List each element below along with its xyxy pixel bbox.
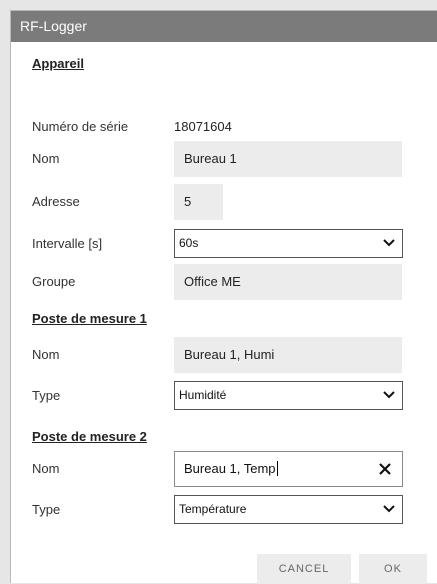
close-icon[interactable] [378,462,392,476]
station2-type-label: Type [32,502,61,517]
dialog-title: RF-Logger [11,11,437,42]
cancel-button[interactable]: CANCEL [257,554,351,584]
group-field: Office ME [174,264,402,300]
chevron-down-icon [383,505,395,513]
address-row: Adresse 5 [32,184,437,220]
interval-row: Intervalle [s] 60s [32,226,437,262]
ok-button[interactable]: OK [359,554,427,584]
text-caret [276,461,278,476]
station2-name-input-text: Bureau 1, Temp [184,461,276,476]
station2-type-select-value: Température [179,502,247,516]
station2-type-row: Type Température [32,492,437,528]
group-label: Groupe [32,274,76,289]
station2-name-input[interactable]: Bureau 1, Temp [174,451,403,487]
interval-label: Intervalle [s] [32,236,103,251]
serial-label: Numéro de série [32,119,129,134]
section-heading-station-1: Poste de mesure 1 [32,311,147,326]
section-heading-device: Appareil [32,56,85,71]
address-field: 5 [174,184,223,220]
station1-type-row: Type Humidité [32,378,437,414]
station1-type-select-value: Humidité [179,388,227,402]
device-name-field: Bureau 1 [174,141,402,177]
interval-select-value: 60s [179,236,199,250]
station2-type-select[interactable]: Température [174,495,403,524]
device-name-label: Nom [32,151,60,166]
serial-value: 18071604 [174,119,232,134]
station1-type-label: Type [32,388,61,403]
chevron-down-icon [383,391,395,399]
interval-select[interactable]: 60s [174,229,403,258]
station2-name-label: Nom [32,461,60,476]
station1-type-select[interactable]: Humidité [174,381,403,410]
group-row: Groupe Office ME [32,264,437,300]
section-heading-station-2: Poste de mesure 2 [32,429,147,444]
serial-row: Numéro de série 18071604 [32,109,437,145]
station1-name-row: Nom Bureau 1, Humi [32,337,437,373]
station2-name-row: Nom Bureau 1, Temp [32,451,437,487]
address-label: Adresse [32,194,80,209]
rf-logger-dialog: RF-Logger Appareil Numéro de série 18071… [10,10,437,583]
station1-name-field: Bureau 1, Humi [174,337,402,373]
chevron-down-icon [383,239,395,247]
station1-name-label: Nom [32,347,60,362]
device-name-row: Nom Bureau 1 [32,141,437,177]
